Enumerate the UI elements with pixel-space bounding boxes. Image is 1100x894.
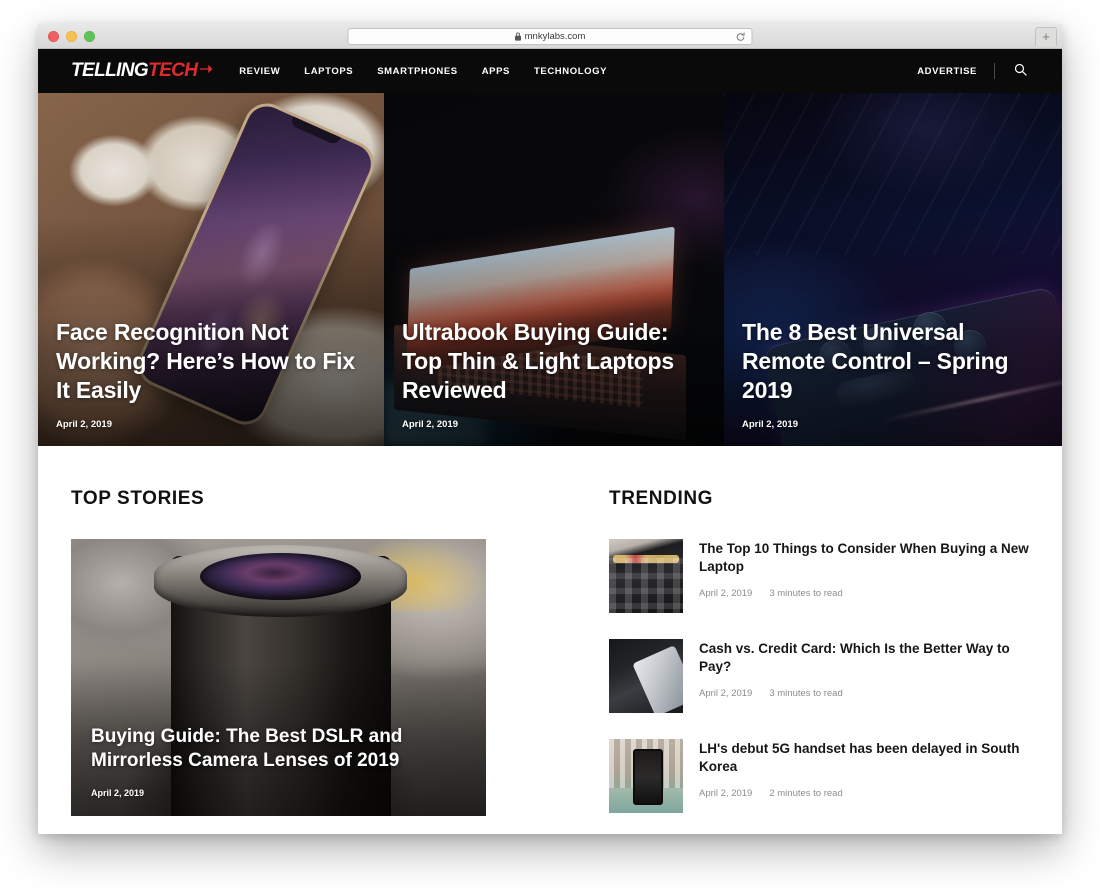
hero-card-2[interactable]: Ultrabook Buying Guide: Top Thin & Light… — [384, 93, 724, 446]
trending-thumbnail-3 — [609, 739, 683, 813]
site-logo[interactable]: TELLING TECH ➝ — [71, 60, 213, 82]
header-divider — [994, 63, 995, 79]
reload-icon[interactable] — [736, 31, 746, 42]
logo-text-tech: TECH — [148, 60, 198, 81]
minimize-window-button[interactable] — [66, 31, 77, 42]
lock-icon — [515, 32, 522, 41]
nav-item-smartphones[interactable]: SMARTPHONES — [377, 66, 458, 77]
top-stories-heading: TOP STORIES — [71, 488, 205, 509]
hero-title-1[interactable]: Face Recognition Not Working? Here’s How… — [56, 318, 366, 405]
close-window-button[interactable] — [48, 31, 59, 42]
trending-item-date-3: April 2, 2019 — [699, 787, 753, 799]
trending-item-title-1[interactable]: The Top 10 Things to Consider When Buyin… — [699, 540, 1029, 577]
featured-story-date: April 2, 2019 — [91, 788, 145, 798]
header-actions: ADVERTISE — [917, 61, 1029, 81]
hero-date-3: April 2, 2019 — [742, 419, 798, 430]
hero-caption-3: The 8 Best Universal Remote Control – Sp… — [742, 318, 1044, 430]
trending-item-meta-2: April 2, 2019 3 minutes to read — [699, 688, 1029, 699]
top-stories-column: TOP STORIES Buying Guide: The Best DSLR … — [71, 488, 571, 834]
maximize-window-button[interactable] — [84, 31, 95, 42]
trending-item-date-2: April 2, 2019 — [699, 687, 753, 699]
trending-thumbnail-2 — [609, 639, 683, 713]
hero-card-1[interactable]: Face Recognition Not Working? Here’s How… — [38, 93, 384, 446]
nav-item-technology[interactable]: TECHNOLOGY — [534, 66, 607, 77]
new-tab-button[interactable]: + — [1035, 27, 1057, 46]
nav-item-review[interactable]: REVIEW — [239, 66, 280, 77]
trending-item-readtime-2: 3 minutes to read — [769, 687, 843, 699]
trending-column: TRENDING The Top 10 Things to Consider W… — [609, 488, 1029, 834]
advertise-link[interactable]: ADVERTISE — [917, 66, 977, 77]
trending-thumbnail-1 — [609, 539, 683, 613]
trending-item-title-3[interactable]: LH's debut 5G handset has been delayed i… — [699, 740, 1029, 777]
hero-carousel: Face Recognition Not Working? Here’s How… — [38, 93, 1062, 446]
hero-card-3[interactable]: The 8 Best Universal Remote Control – Sp… — [724, 93, 1062, 446]
address-bar[interactable]: mnkylabs.com — [347, 28, 753, 45]
logo-text-telling: TELLING — [71, 60, 149, 81]
trending-item-title-2[interactable]: Cash vs. Credit Card: Which Is the Bette… — [699, 640, 1029, 677]
nav-item-laptops[interactable]: LAPTOPS — [304, 66, 353, 77]
hero-date-1: April 2, 2019 — [56, 419, 112, 430]
trending-item-meta-3: April 2, 2019 2 minutes to read — [699, 788, 1029, 799]
search-button[interactable] — [1012, 61, 1029, 81]
hero-title-3[interactable]: The 8 Best Universal Remote Control – Sp… — [742, 318, 1044, 405]
search-icon — [1014, 63, 1027, 79]
featured-story-title[interactable]: Buying Guide: The Best DSLR and Mirrorle… — [91, 725, 466, 774]
browser-window: mnkylabs.com + TELLING TECH ➝ REVIEW LAP… — [38, 24, 1062, 834]
trending-item-date-1: April 2, 2019 — [699, 587, 753, 599]
hero-caption-2: Ultrabook Buying Guide: Top Thin & Light… — [402, 318, 706, 430]
main-content: TOP STORIES Buying Guide: The Best DSLR … — [38, 446, 1062, 834]
hero-title-2[interactable]: Ultrabook Buying Guide: Top Thin & Light… — [402, 318, 706, 405]
trending-item-readtime-3: 2 minutes to read — [769, 787, 843, 799]
trending-list-item-1[interactable]: The Top 10 Things to Consider When Buyin… — [609, 539, 1029, 639]
hero-caption-1: Face Recognition Not Working? Here’s How… — [56, 318, 366, 430]
page-root: mnkylabs.com + TELLING TECH ➝ REVIEW LAP… — [0, 0, 1100, 894]
hero-date-2: April 2, 2019 — [402, 419, 458, 430]
trending-heading: TRENDING — [609, 488, 714, 509]
featured-story-card[interactable]: Buying Guide: The Best DSLR and Mirrorle… — [71, 539, 486, 816]
trending-item-body-1: The Top 10 Things to Consider When Buyin… — [699, 539, 1029, 613]
trending-item-body-3: LH's debut 5G handset has been delayed i… — [699, 739, 1029, 813]
trending-list-item-3[interactable]: LH's debut 5G handset has been delayed i… — [609, 739, 1029, 834]
address-bar-url: mnkylabs.com — [524, 31, 586, 42]
main-navigation: REVIEW LAPTOPS SMARTPHONES APPS TECHNOLO… — [239, 66, 607, 77]
trending-item-readtime-1: 3 minutes to read — [769, 587, 843, 599]
trending-item-meta-1: April 2, 2019 3 minutes to read — [699, 588, 1029, 599]
website-viewport: TELLING TECH ➝ REVIEW LAPTOPS SMARTPHONES … — [38, 49, 1062, 834]
arrow-icon: ➝ — [199, 61, 213, 78]
nav-item-apps[interactable]: APPS — [482, 66, 510, 77]
site-header: TELLING TECH ➝ REVIEW LAPTOPS SMARTPHONES … — [38, 49, 1062, 93]
touchbar-emoji-strip — [613, 555, 679, 564]
browser-titlebar: mnkylabs.com + — [38, 24, 1062, 49]
trending-item-body-2: Cash vs. Credit Card: Which Is the Bette… — [699, 639, 1029, 713]
trending-list-item-2[interactable]: Cash vs. Credit Card: Which Is the Bette… — [609, 639, 1029, 739]
featured-story-caption: Buying Guide: The Best DSLR and Mirrorle… — [91, 725, 466, 798]
window-traffic-lights — [48, 24, 95, 49]
